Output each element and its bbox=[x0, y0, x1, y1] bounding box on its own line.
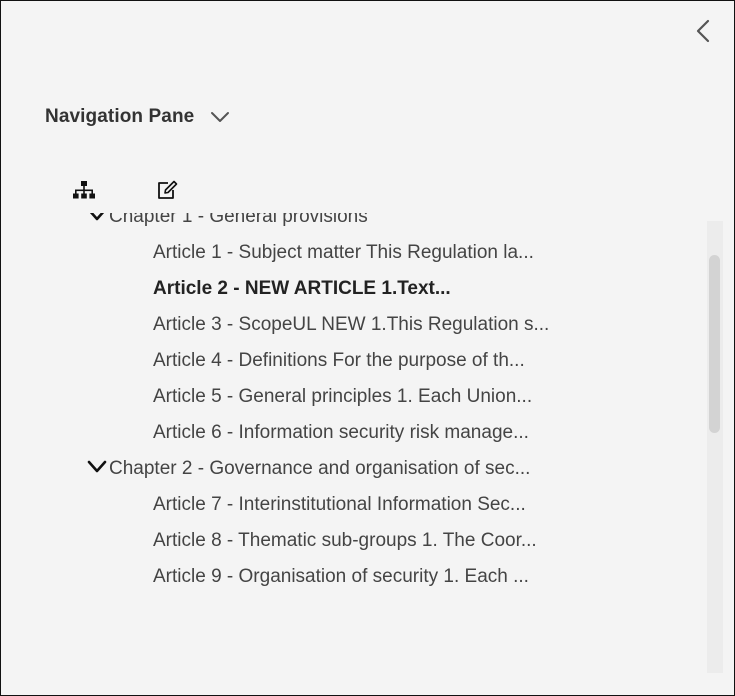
tree-chapter[interactable]: Chapter 2 - Governance and organisation … bbox=[1, 451, 696, 487]
tree-article[interactable]: Article 6 - Information security risk ma… bbox=[1, 415, 681, 451]
scrollbar-thumb[interactable] bbox=[709, 255, 720, 433]
chevron-down-icon[interactable] bbox=[87, 213, 107, 222]
edit-icon bbox=[158, 180, 178, 199]
chevron-down-icon[interactable] bbox=[87, 460, 107, 474]
sitemap-icon bbox=[73, 181, 95, 199]
navigation-pane: Navigation Pane Chapter 1 - General prov… bbox=[0, 0, 735, 696]
chapter-label: Chapter 1 - General provisions bbox=[109, 213, 368, 227]
edit-view-button[interactable] bbox=[154, 177, 180, 203]
navigation-pane-dropdown[interactable]: Navigation Pane bbox=[45, 101, 230, 133]
tree-article[interactable]: Article 1 - Subject matter This Regulati… bbox=[1, 235, 681, 271]
structure-view-button[interactable] bbox=[71, 177, 97, 203]
tree-article-selected[interactable]: Article 2 - NEW ARTICLE 1.Text... bbox=[1, 271, 681, 307]
tree-article[interactable]: Article 3 - ScopeUL NEW 1.This Regulatio… bbox=[1, 307, 681, 343]
tree-article[interactable]: Article 8 - Thematic sub-groups 1. The C… bbox=[1, 523, 681, 559]
tree-chapter[interactable]: Chapter 1 - General provisions bbox=[1, 213, 696, 235]
pane-toolbar bbox=[71, 177, 180, 203]
pane-title: Navigation Pane bbox=[45, 106, 195, 127]
collapse-pane-button[interactable] bbox=[689, 15, 717, 47]
tree-article[interactable]: Article 4 - Definitions For the purpose … bbox=[1, 343, 681, 379]
tree-article[interactable]: Article 7 - Interinstitutional Informati… bbox=[1, 487, 681, 523]
chevron-down-icon bbox=[210, 111, 230, 123]
tree-article[interactable]: Article 9 - Organisation of security 1. … bbox=[1, 559, 681, 595]
tree-article[interactable]: Article 5 - General principles 1. Each U… bbox=[1, 379, 681, 415]
chevron-left-icon bbox=[696, 19, 710, 43]
tree-list: Chapter 1 - General provisions Article 1… bbox=[1, 213, 706, 595]
chapter-label: Chapter 2 - Governance and organisation … bbox=[109, 458, 531, 479]
document-tree: Chapter 1 - General provisions Article 1… bbox=[1, 213, 706, 671]
tree-scrollbar[interactable] bbox=[707, 221, 723, 673]
